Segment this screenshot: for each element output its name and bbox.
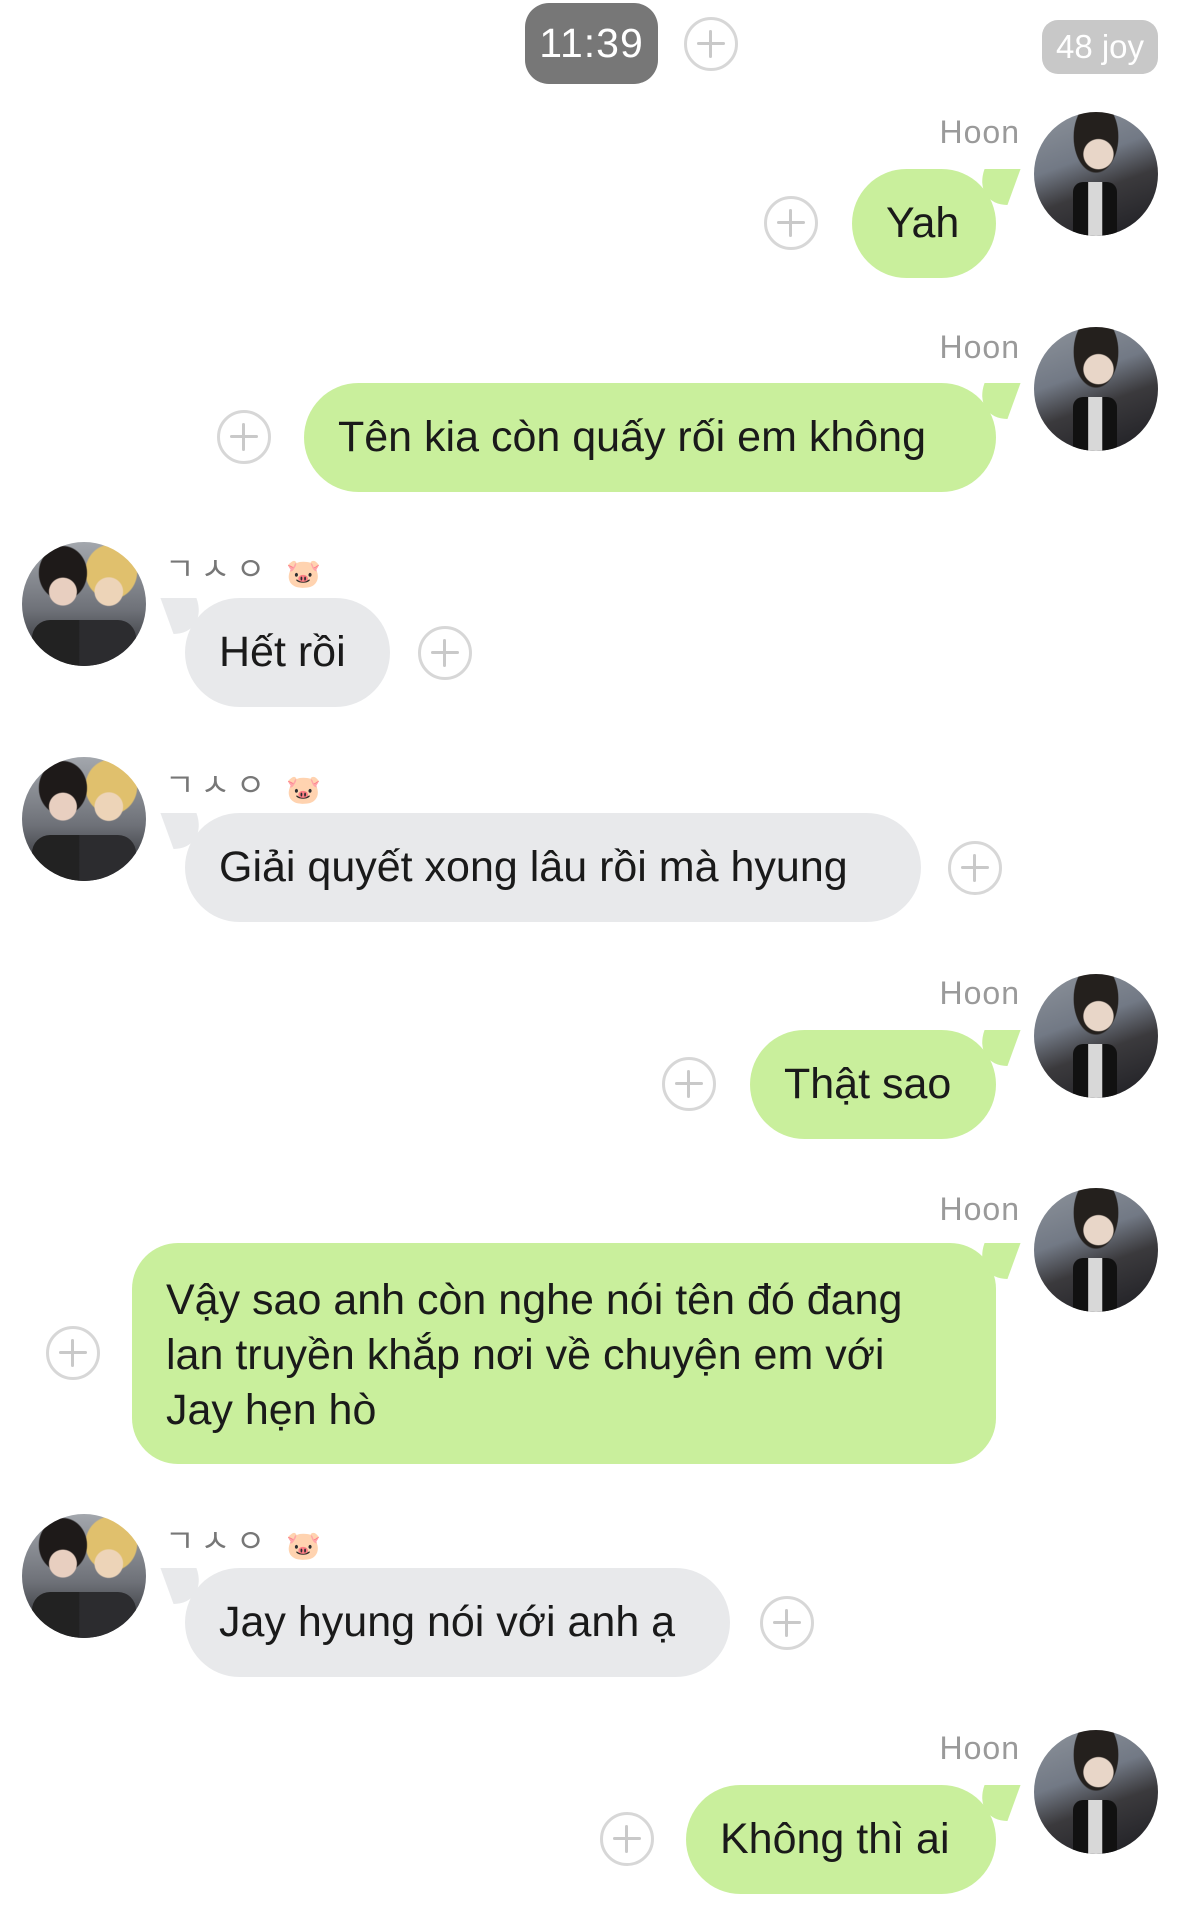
add-icon[interactable] xyxy=(418,626,472,680)
sender-name: Hoon xyxy=(939,329,1020,365)
message-bubble[interactable]: Hết rồi xyxy=(185,598,390,707)
pig-icon: 🐷 xyxy=(286,558,328,589)
pig-icon: 🐷 xyxy=(286,1530,328,1561)
message-bubble[interactable]: Không thì ai xyxy=(686,1785,996,1894)
sender-initials: ㄱㅅㅇ xyxy=(165,551,272,587)
sender-name: ㄱㅅㅇ 🐷 xyxy=(165,1516,327,1562)
sender-name: ㄱㅅㅇ 🐷 xyxy=(165,544,327,590)
avatar-hoon[interactable] xyxy=(1034,1730,1158,1854)
avatar-hoon[interactable] xyxy=(1034,327,1158,451)
add-icon[interactable] xyxy=(600,1812,654,1866)
timestamp-pill: 11:39 xyxy=(525,3,658,84)
add-icon[interactable] xyxy=(684,17,738,71)
add-icon[interactable] xyxy=(948,841,1002,895)
message-bubble[interactable]: Vậy sao anh còn nghe nói tên đó đang lan… xyxy=(132,1243,996,1464)
sender-name: Hoon xyxy=(939,1191,1020,1227)
add-icon[interactable] xyxy=(760,1596,814,1650)
add-icon[interactable] xyxy=(217,410,271,464)
sender-name: ㄱㅅㅇ 🐷 xyxy=(165,760,327,806)
avatar-hoon[interactable] xyxy=(1034,974,1158,1098)
message-bubble[interactable]: Tên kia còn quấy rối em không xyxy=(304,383,996,492)
sender-initials: ㄱㅅㅇ xyxy=(165,767,272,803)
sender-initials: ㄱㅅㅇ xyxy=(165,1523,272,1559)
add-icon[interactable] xyxy=(46,1326,100,1380)
pig-icon: 🐷 xyxy=(286,774,328,805)
message-bubble[interactable]: Giải quyết xong lâu rồi mà hyung xyxy=(185,813,921,922)
add-icon[interactable] xyxy=(662,1057,716,1111)
message-bubble[interactable]: Thật sao xyxy=(750,1030,996,1139)
sender-name: Hoon xyxy=(939,114,1020,150)
avatar-duo[interactable] xyxy=(22,542,146,666)
avatar-duo[interactable] xyxy=(22,1514,146,1638)
avatar-hoon[interactable] xyxy=(1034,1188,1158,1312)
add-icon[interactable] xyxy=(764,196,818,250)
message-bubble[interactable]: Yah xyxy=(852,169,996,278)
sender-name: Hoon xyxy=(939,1730,1020,1766)
message-bubble[interactable]: Jay hyung nói với anh ạ xyxy=(185,1568,730,1677)
joy-badge[interactable]: 48 joy xyxy=(1042,20,1158,74)
sender-name: Hoon xyxy=(939,975,1020,1011)
chat-screen: 11:39 48 joy Hoon Yah Hoon Tên kia còn q… xyxy=(0,0,1178,1920)
avatar-hoon[interactable] xyxy=(1034,112,1158,236)
avatar-duo[interactable] xyxy=(22,757,146,881)
